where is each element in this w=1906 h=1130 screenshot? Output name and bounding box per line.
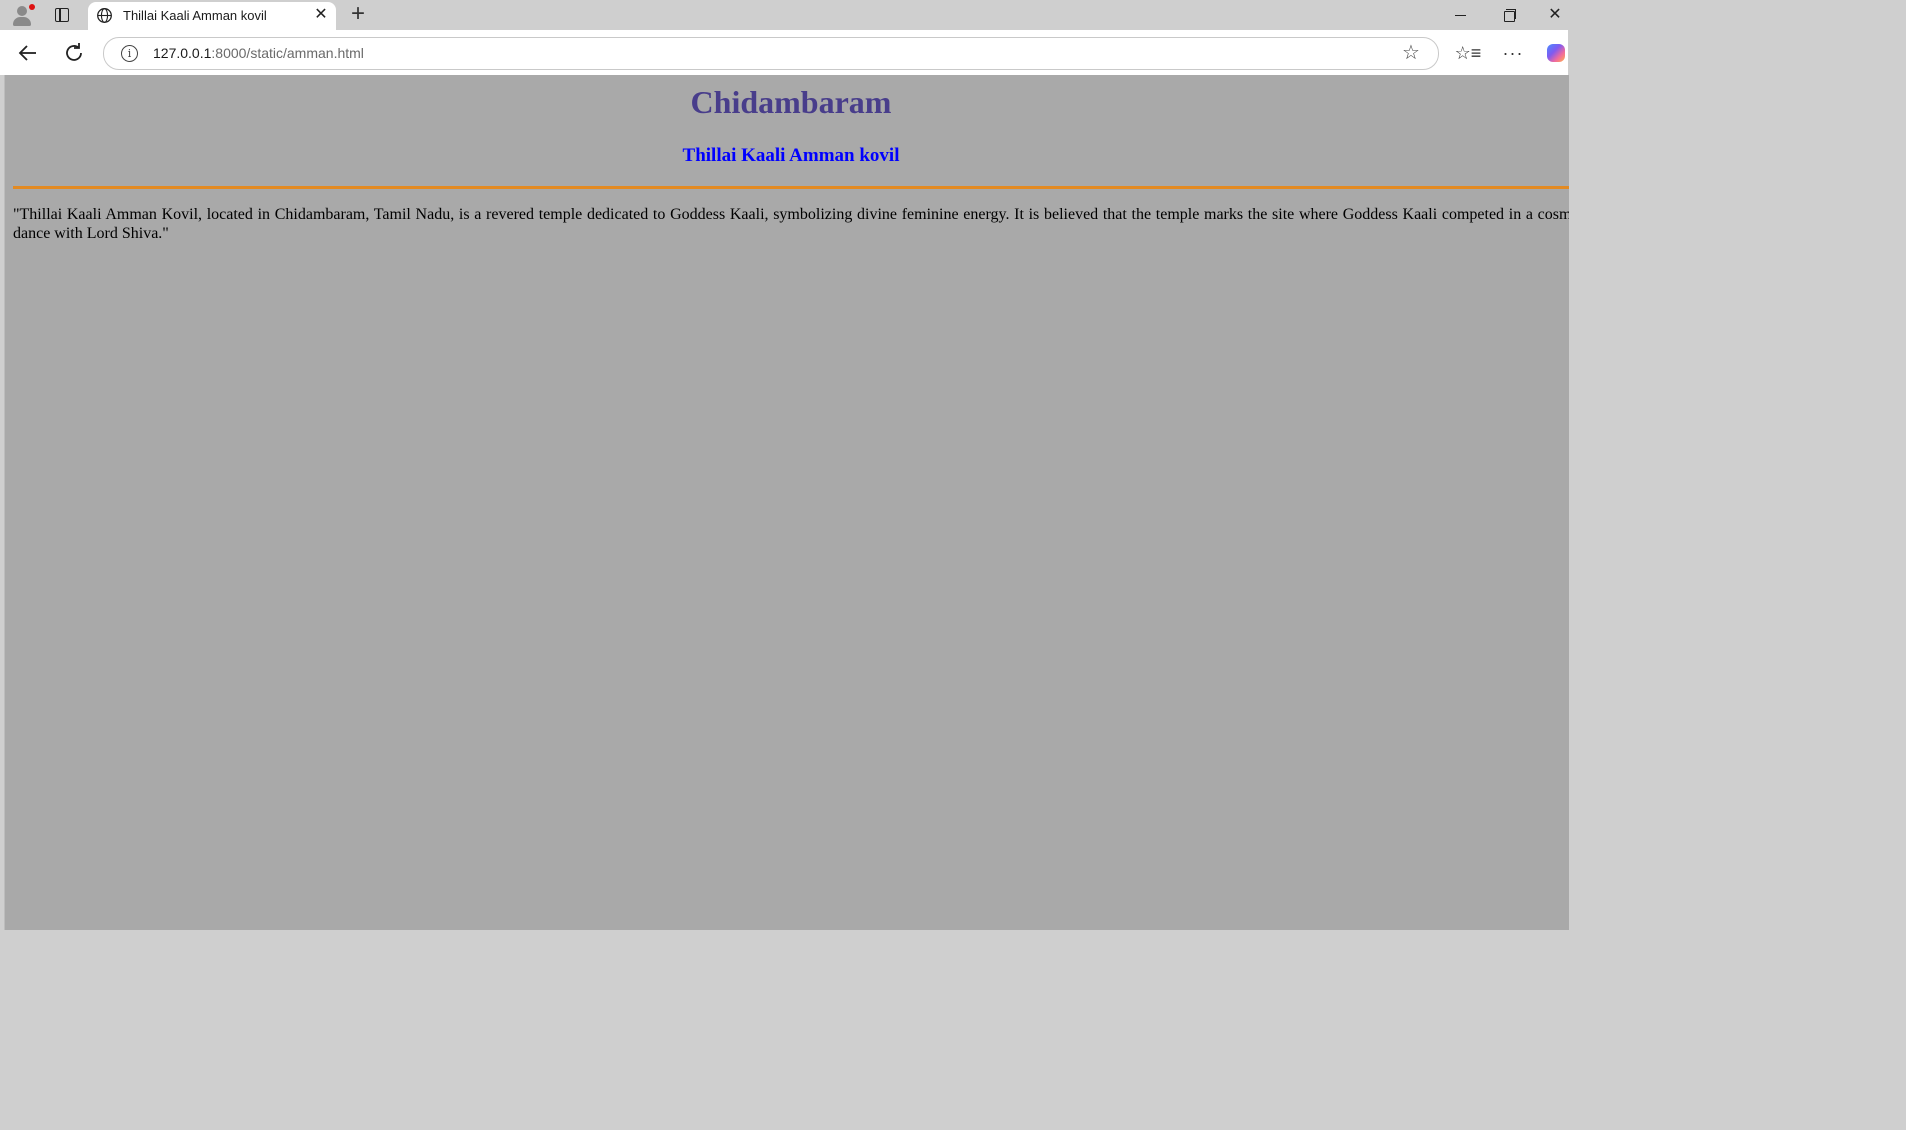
description-paragraph: "Thillai Kaali Amman Kovil, located in C… [13, 206, 1569, 242]
browser-toolbar: i 127.0.0.1:8000/static/amman.html ☆ ☆≡ … [0, 30, 1568, 75]
page-subtitle: Thillai Kaali Amman kovil [682, 145, 900, 166]
page-title: Chidambaram [690, 84, 892, 120]
divider [13, 186, 1569, 189]
browser-tab[interactable]: Thillai Kaali Amman kovil ✕ [88, 2, 336, 30]
url-text[interactable]: 127.0.0.1:8000/static/amman.html [153, 45, 364, 61]
back-icon[interactable] [14, 39, 42, 67]
tab-close-icon[interactable]: ✕ [312, 6, 330, 24]
more-menu-icon[interactable]: ··· [1499, 39, 1527, 67]
favorites-icon[interactable]: ☆≡ [1454, 39, 1482, 67]
reload-icon[interactable] [60, 39, 88, 67]
page-content: Chidambaram Thillai Kaali Amman kovil "T… [5, 75, 1569, 243]
tab-strip: Thillai Kaali Amman kovil ✕ + ✕ [0, 0, 1568, 30]
window-close-icon[interactable]: ✕ [1540, 3, 1570, 27]
favorite-star-icon[interactable]: ☆ [1402, 42, 1420, 64]
copilot-icon[interactable] [1543, 39, 1571, 67]
new-tab-icon[interactable]: + [345, 2, 371, 28]
profile-avatar-icon[interactable] [10, 3, 36, 27]
tab-actions-icon[interactable] [50, 4, 72, 26]
minimize-icon[interactable] [1445, 3, 1475, 27]
tab-title: Thillai Kaali Amman kovil [123, 8, 267, 23]
address-bar[interactable]: i 127.0.0.1:8000/static/amman.html ☆ [103, 37, 1439, 70]
globe-icon [97, 8, 112, 23]
restore-icon[interactable] [1493, 3, 1523, 27]
page-viewport: Chidambaram Thillai Kaali Amman kovil "T… [4, 75, 1569, 930]
site-info-icon[interactable]: i [121, 45, 138, 62]
